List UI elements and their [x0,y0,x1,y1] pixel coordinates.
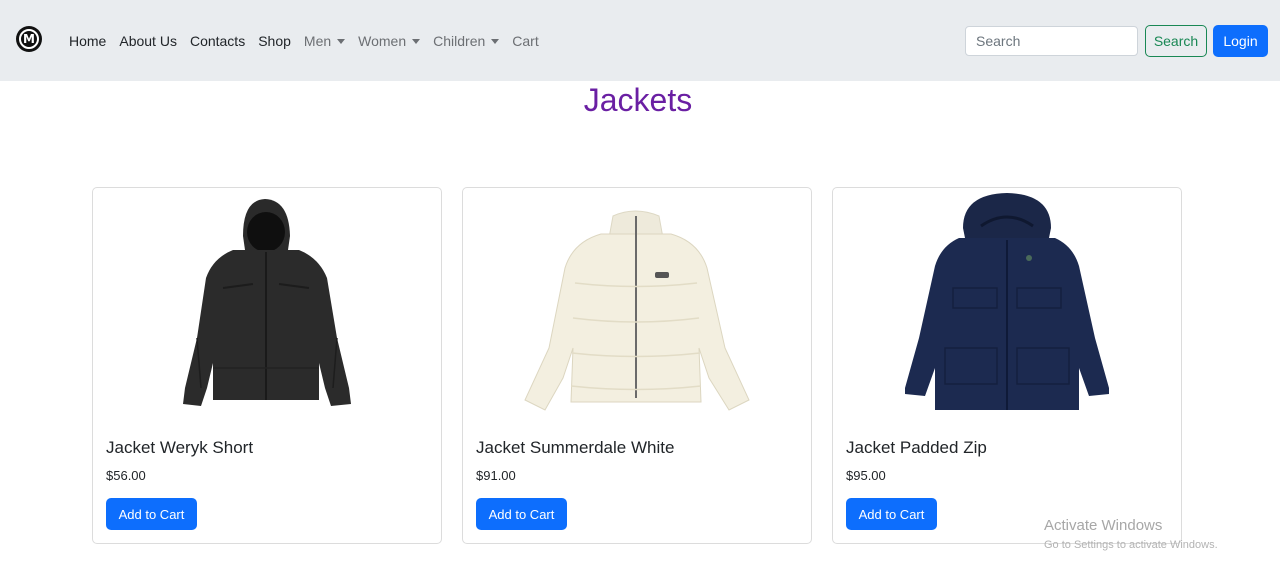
caret-down-icon [491,38,500,44]
nav-men-dropdown[interactable]: Men [303,32,346,49]
nav-children-dropdown[interactable]: Children [433,32,500,49]
activate-windows-title: Activate Windows [1044,517,1163,534]
logo-letter: M [19,29,39,49]
nav-women-label: Women [358,32,407,49]
activate-windows-subtitle: Go to Settings to activate Windows. [1044,539,1218,551]
nav-home[interactable]: Home [69,33,106,49]
product-name: Jacket Summerdale White [476,438,675,457]
nav-shop[interactable]: Shop [258,33,291,49]
nav-men-label: Men [303,32,332,49]
nav-links: Home About Us Contacts Shop Men Women Ch… [69,0,552,81]
product-price: $95.00 [846,468,886,483]
black-hooded-jacket-image[interactable] [93,188,441,418]
brand-logo[interactable]: M [16,26,42,52]
cream-puffer-jacket-image[interactable] [463,188,811,418]
login-button[interactable]: Login [1213,25,1268,57]
product-name: Jacket Weryk Short [106,438,254,457]
nav-children-label: Children [433,32,486,49]
search-input[interactable] [965,26,1138,56]
navbar: M Home About Us Contacts Shop Men Women … [0,0,1280,81]
caret-down-icon [412,38,421,44]
product-card: Jacket Padded Zip $95.00 Add to Cart [832,187,1182,544]
product-card: Jacket Summerdale White $91.00 Add to Ca… [462,187,812,544]
product-name: Jacket Padded Zip [846,438,987,457]
add-to-cart-button[interactable]: Add to Cart [846,498,937,530]
add-to-cart-button[interactable]: Add to Cart [476,498,567,530]
product-price: $56.00 [106,468,146,483]
nav-women-dropdown[interactable]: Women [358,32,421,49]
nav-about-us[interactable]: About Us [119,33,177,49]
nav-contacts[interactable]: Contacts [190,33,245,49]
caret-down-icon [337,38,346,44]
product-card: Jacket Weryk Short $56.00 Add to Cart [92,187,442,544]
nav-cart[interactable]: Cart [512,33,538,49]
add-to-cart-button[interactable]: Add to Cart [106,498,197,530]
page-title: Jackets [583,82,693,118]
search-button[interactable]: Search [1145,25,1207,57]
navy-parka-jacket-image[interactable] [833,188,1181,418]
product-price: $91.00 [476,468,516,483]
